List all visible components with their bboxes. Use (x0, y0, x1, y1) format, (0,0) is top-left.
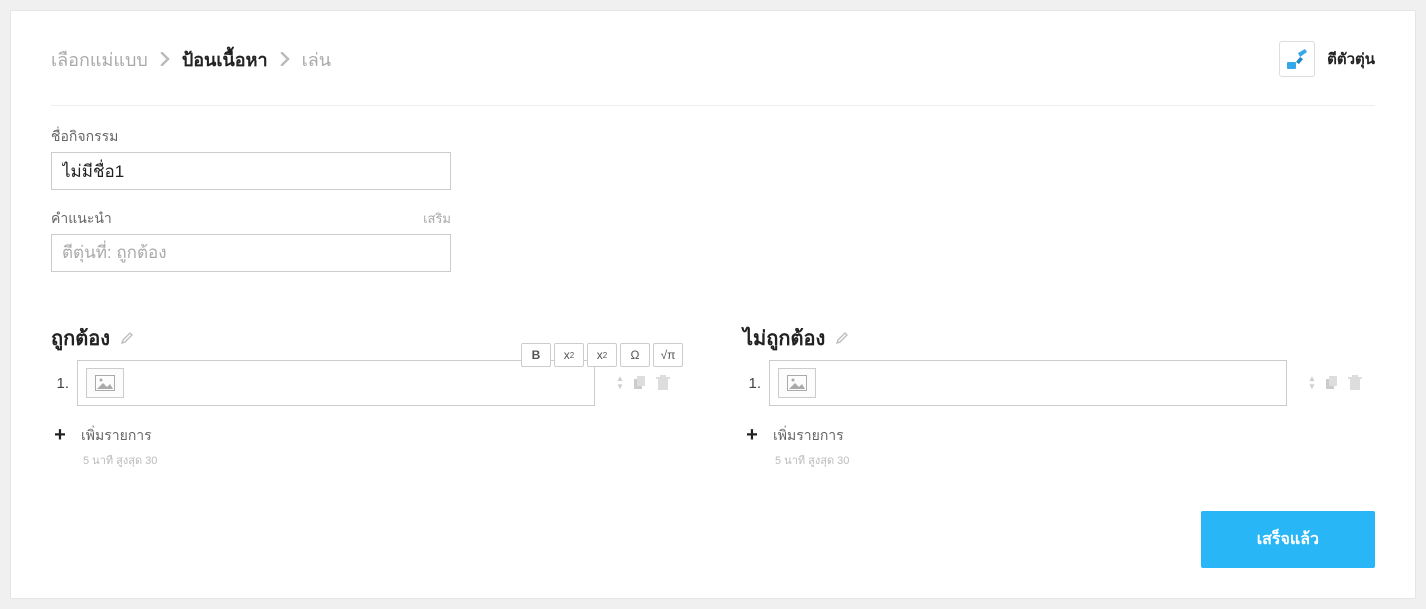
plus-icon: + (51, 424, 69, 447)
instructions-input[interactable] (51, 234, 451, 272)
row-controls: ▲▼ (1295, 375, 1375, 391)
item-hint: 5 นาที สูงสุด 30 (775, 451, 1375, 469)
breadcrumb-step-3[interactable]: เล่น (302, 45, 332, 74)
trash-icon[interactable] (656, 375, 670, 391)
omega-button[interactable]: Ω (620, 343, 650, 367)
item-input[interactable] (77, 360, 595, 406)
chevron-right-icon (280, 52, 290, 66)
image-icon[interactable] (778, 368, 816, 398)
instructions-optional-label: เสริม (423, 208, 451, 229)
game-name-label: ตีตัวตุ่น (1327, 47, 1375, 71)
header: เลือกแม่แบบ ป้อนเนื้อหา เล่น ตีตัวตุ่น (51, 41, 1375, 106)
trash-icon[interactable] (1348, 375, 1362, 391)
item-number: 1. (743, 375, 761, 392)
add-item-button[interactable]: + เพิ่มรายการ (743, 424, 1375, 447)
editor-card: เลือกแม่แบบ ป้อนเนื้อหา เล่น ตีตัวตุ่น (10, 10, 1416, 599)
subscript-button[interactable]: x2 (587, 343, 617, 367)
sort-icon[interactable]: ▲▼ (616, 375, 624, 391)
copy-icon[interactable] (1324, 375, 1340, 391)
breadcrumb: เลือกแม่แบบ ป้อนเนื้อหา เล่น (51, 45, 331, 74)
superscript-button[interactable]: x2 (554, 343, 584, 367)
columns: ถูกต้อง B x2 x2 Ω √π 1. (51, 322, 1375, 469)
breadcrumb-step-2[interactable]: ป้อนเนื้อหา (182, 45, 268, 74)
chevron-right-icon (160, 52, 170, 66)
item-number: 1. (51, 375, 69, 392)
add-item-label: เพิ่มรายการ (773, 425, 844, 447)
list-item: 1. ▲▼ (743, 360, 1375, 406)
add-item-button[interactable]: + เพิ่มรายการ (51, 424, 683, 447)
incorrect-title: ไม่ถูกต้อง (743, 322, 825, 354)
sqrt-button[interactable]: √π (653, 343, 683, 367)
item-input[interactable] (769, 360, 1287, 406)
pencil-icon[interactable] (120, 331, 134, 345)
add-item-label: เพิ่มรายการ (81, 425, 152, 447)
activity-name-field: ชื่อกิจกรรม (51, 126, 451, 190)
activity-name-label: ชื่อกิจกรรม (51, 126, 118, 148)
done-button[interactable]: เสร็จแล้ว (1201, 511, 1375, 568)
row-controls: ▲▼ (603, 375, 683, 391)
copy-icon[interactable] (632, 375, 648, 391)
game-title: ตีตัวตุ่น (1279, 41, 1375, 77)
sort-icon[interactable]: ▲▼ (1308, 375, 1316, 391)
pencil-icon[interactable] (835, 331, 849, 345)
breadcrumb-step-1[interactable]: เลือกแม่แบบ (51, 45, 148, 74)
instructions-label: คำแนะนำ (51, 208, 112, 230)
image-icon[interactable] (86, 368, 124, 398)
instructions-field: คำแนะนำ เสริม (51, 208, 451, 272)
incorrect-column: ไม่ถูกต้อง 1. ▲▼ (743, 322, 1375, 469)
plus-icon: + (743, 424, 761, 447)
main-body: ชื่อกิจกรรม คำแนะนำ เสริม ถูกต้อง (51, 106, 1375, 469)
activity-name-input[interactable] (51, 152, 451, 190)
whack-a-mole-icon (1279, 41, 1315, 77)
format-toolbar: B x2 x2 Ω √π (521, 343, 683, 367)
footer: เสร็จแล้ว (1201, 511, 1375, 568)
correct-column: ถูกต้อง B x2 x2 Ω √π 1. (51, 322, 683, 469)
item-hint: 5 นาที สูงสุด 30 (83, 451, 683, 469)
correct-title: ถูกต้อง (51, 322, 110, 354)
bold-button[interactable]: B (521, 343, 551, 367)
